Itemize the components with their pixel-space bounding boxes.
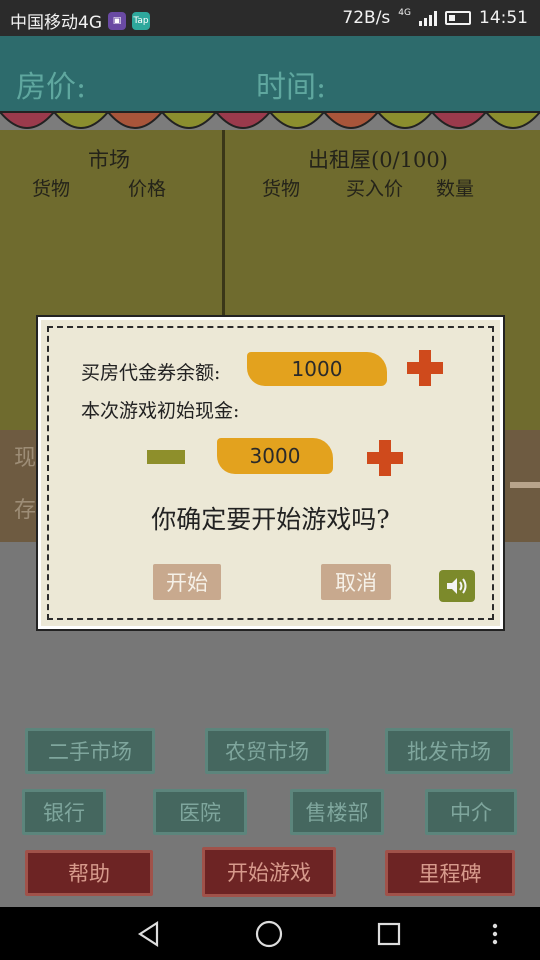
- time-label: 时间:: [256, 70, 327, 105]
- farm-market-button[interactable]: 农贸市场: [205, 728, 329, 774]
- network-badge: 4G: [398, 8, 411, 18]
- market-col-price: 价格: [128, 178, 167, 200]
- recents-icon[interactable]: [372, 917, 406, 951]
- clock: 14:51: [479, 8, 528, 28]
- voucher-plus-icon[interactable]: [407, 350, 443, 386]
- milestone-button[interactable]: 里程碑: [385, 850, 515, 896]
- dialog-cancel-button[interactable]: 取消: [321, 564, 391, 600]
- carrier-label: 中国移动4G: [10, 13, 102, 33]
- signal-icon: [419, 10, 437, 26]
- cash-setting-label: 本次游戏初始现金:: [81, 400, 240, 422]
- help-button[interactable]: 帮助: [25, 850, 153, 896]
- home-icon[interactable]: [252, 917, 286, 951]
- market-col-goods: 货物: [32, 178, 71, 200]
- rental-col-quantity: 数量: [436, 178, 475, 200]
- start-game-dialog: 买房代金券余额: 1000 本次游戏初始现金: 3000 你确定要开始游戏吗? …: [38, 317, 503, 629]
- wholesale-market-button[interactable]: 批发市场: [385, 728, 513, 774]
- awning-decoration: [0, 104, 540, 129]
- agency-button[interactable]: 中介: [425, 789, 517, 835]
- cash-value: 3000: [217, 438, 333, 474]
- deposit-label: 存: [14, 498, 37, 523]
- game-header: 房价: 时间:: [0, 36, 540, 114]
- rental-title: 出租屋(0/100): [308, 148, 448, 172]
- speaker-glyph: [447, 578, 467, 594]
- rental-col-goods: 货物: [262, 178, 301, 200]
- voucher-value: 1000: [247, 352, 387, 386]
- house-price-label: 房价:: [16, 70, 87, 105]
- gallery-icon: ▣: [108, 11, 126, 30]
- start-game-button[interactable]: 开始游戏: [202, 847, 336, 897]
- sales-dept-button[interactable]: 售楼部: [290, 789, 384, 835]
- net-speed: 72B/s: [342, 8, 391, 28]
- status-bar: 中国移动4G ▣ Tap 72B/s 4G 14:51: [0, 0, 540, 36]
- voucher-label: 买房代金券余额:: [81, 362, 221, 384]
- stat-bar: [510, 482, 540, 488]
- cash-minus-icon[interactable]: [147, 450, 185, 464]
- confirm-question: 你确定要开始游戏吗?: [151, 505, 390, 534]
- android-nav-bar: [0, 907, 540, 960]
- rental-col-buy-price: 买入价: [346, 178, 404, 200]
- battery-icon: [445, 11, 471, 25]
- second-hand-market-button[interactable]: 二手市场: [25, 728, 155, 774]
- cash-label: 现: [14, 446, 37, 471]
- cash-plus-icon[interactable]: [367, 440, 403, 476]
- more-icon[interactable]: [478, 917, 512, 951]
- speaker-icon[interactable]: [439, 570, 475, 602]
- market-title: 市场: [88, 148, 130, 172]
- bank-button[interactable]: 银行: [22, 789, 106, 835]
- taptap-icon: Tap: [132, 11, 150, 30]
- hospital-button[interactable]: 医院: [153, 789, 247, 835]
- dialog-start-button[interactable]: 开始: [153, 564, 221, 600]
- back-icon[interactable]: [132, 917, 166, 951]
